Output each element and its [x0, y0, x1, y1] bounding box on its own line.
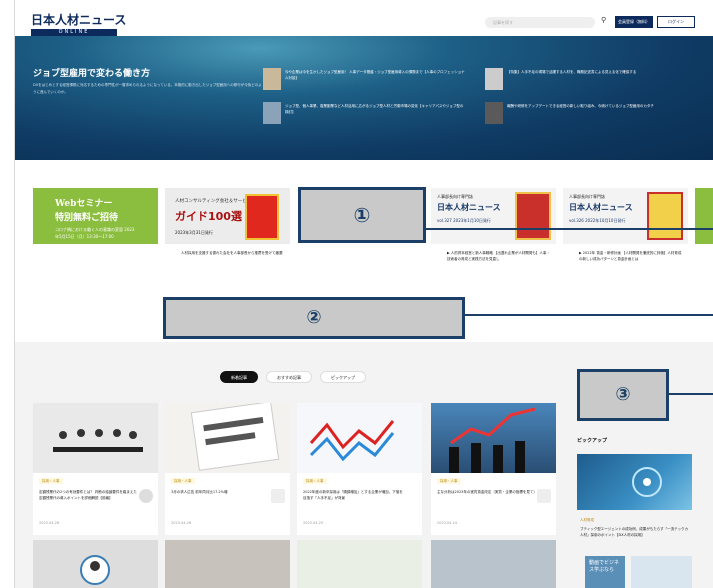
webinar-title: Webセミナー: [55, 199, 113, 209]
tab-pickup[interactable]: ピックアップ: [320, 371, 366, 383]
magazine-kicker: 人事部長向け専門誌: [569, 194, 605, 199]
hero-article-thumb: [485, 68, 503, 90]
webinar-details: コロナ禍における働く人の意識の変容 2023年5月15日（月）13:30〜17:…: [55, 227, 135, 239]
publisher-logo: [271, 489, 285, 503]
banner-caption: ▶ 人的資本経営と新人事戦略 【出遅れ企業が人材開発も】人事・技術者の育成と実践…: [447, 251, 550, 261]
banner-card[interactable]: 人材コンサルティング会社＆サービス ガイド100選 2023年3月31日発行 人…: [165, 188, 290, 278]
guide-title: ガイド100選: [175, 210, 242, 223]
business-people-illustration: [449, 407, 536, 473]
hero-article-title: 今や企業は今を生かしたジョブ型雇用！ 人事データ基盤・ジョブ型雇用導入の課題まで…: [285, 70, 465, 80]
magazine-title: 日本人材ニュース: [569, 203, 633, 212]
article-card[interactable]: 採用・人事 2022年度の新卒採用は「順調増加」とする企業が増加、下落を目指す「…: [297, 403, 422, 535]
article-tabs: 新着記事 おすすめ記事 ピックアップ: [220, 371, 366, 383]
pickup-category[interactable]: 人材育成: [580, 518, 594, 523]
pickup-thumbnail[interactable]: [577, 454, 692, 510]
article-card-partial[interactable]: [33, 540, 158, 588]
site-logo[interactable]: 日本人材ニュース ONLINE: [31, 9, 126, 36]
magazine-cover: [515, 192, 551, 240]
article-date: 2023.04.26: [39, 521, 60, 525]
article-date: 2023.04.24: [437, 521, 458, 525]
article-category[interactable]: 採用・人事: [303, 478, 327, 484]
article-title[interactable]: 3月の求人広告 前年同月比17.2%増: [171, 489, 271, 495]
banner-caption: 人材採用を支援する優れた会社を人事部長から推薦を受けて厳選: [181, 251, 283, 255]
pickup-title[interactable]: ブティック型エージェントの成功例、成果がもたらす「一流テックカ人材」採用のポイン…: [580, 526, 690, 538]
magazine-kicker: 人事部長向け専門誌: [437, 194, 473, 199]
meeting-illustration: [53, 429, 143, 452]
callout-1: ①: [298, 187, 426, 243]
article-card-partial[interactable]: [431, 540, 556, 588]
publisher-logo: [537, 489, 551, 503]
job-ad-illustration: [190, 401, 280, 471]
chart-illustration: [309, 420, 395, 462]
hero-article-title: 報酬や研修をアップデートできる経営の新しい取り組み、今続けているジョブ型雇用のカ…: [507, 104, 654, 108]
article-thumbnail: [297, 403, 422, 473]
sidebar-banner[interactable]: [631, 556, 692, 588]
magazine-cover: [647, 192, 683, 240]
finger-touch-illustration: [632, 467, 662, 497]
banner-card[interactable]: 人事部長向け専門誌 日本人材ニュース vol.326 2022年10月10日発行…: [563, 188, 688, 278]
banner-caption: ▶ 2022年 賃金・研修計画 【人材開発を徹底的に評価】人材育成の新しい成功パ…: [579, 251, 682, 261]
article-category[interactable]: 採用・人事: [171, 478, 195, 484]
feature-hero: ジョブ型雇用で変わる働き方 DXをはじめとする経営課題に対応するための専門性が一…: [15, 36, 713, 160]
tab-latest[interactable]: 新着記事: [220, 371, 258, 383]
site-header: 日本人材ニュース ONLINE 記事を探す ⚲ 会員登録（無料） ログイン: [15, 0, 713, 36]
team-illustration: [80, 555, 110, 585]
article-thumbnail: [431, 403, 556, 473]
webinar-subtitle: 特別無料ご招待: [55, 213, 119, 223]
callout-3-line: [669, 393, 713, 395]
article-category[interactable]: 採用・人事: [437, 478, 461, 484]
sidebar-title: ピックアップ: [577, 438, 608, 444]
hero-article-thumb: [263, 68, 281, 90]
logo-subtext: ONLINE: [31, 29, 117, 36]
guide-date: 2023年3月31日発行: [175, 230, 213, 235]
callout-1-line: [426, 228, 713, 230]
article-category[interactable]: 採用・人事: [39, 478, 63, 484]
article-card[interactable]: 採用・人事 3月の求人広告 前年同月比17.2%増 2023.04.26: [165, 401, 290, 535]
video-banner[interactable]: 動画でビジネス学ぶなら: [585, 556, 625, 588]
tab-recommended[interactable]: おすすめ記事: [266, 371, 312, 383]
callout-2-line: [465, 314, 713, 316]
video-banner-text: 動画でビジネス学ぶなら: [589, 560, 620, 573]
article-thumbnail: [165, 401, 290, 473]
banner-card[interactable]: 人事部長向け専門誌 日本人材ニュース vol.327 2023年1月10日発行 …: [431, 188, 556, 278]
magazine-banner: 人事部長向け専門誌 日本人材ニュース vol.327 2023年1月10日発行: [431, 188, 556, 244]
author-avatar: [139, 489, 153, 503]
magazine-banner: 人事部長向け専門誌 日本人材ニュース vol.326 2022年10月10日発行: [563, 188, 688, 244]
hero-description: DXをはじめとする経営課題に対応するための専門性が一層求められるようになっている…: [33, 83, 262, 94]
callout-3: ③: [577, 369, 669, 421]
search-input[interactable]: 記事を探す: [485, 17, 595, 28]
article-date: 2023.04.25: [303, 521, 324, 525]
guide-banner: 人材コンサルティング会社＆サービス ガイド100選 2023年3月31日発行: [165, 188, 290, 244]
hero-article-title: ジョブ型、個人事業、複業副業など人材活用に広がるジョブ型人材と労働市場の変化【キ…: [285, 104, 464, 114]
article-thumbnail: [33, 403, 158, 473]
article-title[interactable]: 2022年度の新卒採用は「順調増加」とする企業が増加、下落を目指す「人手不足」が…: [303, 489, 403, 501]
hero-article-title: 【特集】人手不足の現場で活躍する人材を、職務記述書による見える化で確保する: [507, 70, 637, 74]
guide-kicker: 人材コンサルティング会社＆サービス: [175, 199, 252, 204]
article-card-partial[interactable]: [165, 540, 290, 588]
webinar-banner: Webセミナー 特別無料ご招待 コロナ禍における働く人の意識の変容 2023年5…: [33, 188, 158, 244]
magazine-issue: vol.326 2022年10月10日発行: [569, 218, 626, 223]
article-title[interactable]: 定額残業代の2つの有効要件とは？ 判断の結論要件を踏まえた定額残業代の導入ポイン…: [39, 489, 139, 501]
hero-title[interactable]: ジョブ型雇用で変わる働き方: [33, 66, 150, 79]
article-title[interactable]: 主な分析は2023年の実質賃金改定（実質・企業の指標を見て）: [437, 489, 537, 495]
article-card[interactable]: 採用・人事 主な分析は2023年の実質賃金改定（実質・企業の指標を見て） 202…: [431, 403, 556, 535]
banner-card[interactable]: Webセミナー 特別無料ご招待 コロナ禍における働く人の意識の変容 2023年5…: [33, 188, 158, 278]
register-button[interactable]: 会員登録（無料）: [615, 16, 653, 28]
magazine-issue: vol.327 2023年1月10日発行: [437, 218, 491, 223]
search-icon[interactable]: ⚲: [601, 16, 606, 24]
callout-2: ②: [163, 297, 465, 339]
article-card-partial[interactable]: [297, 540, 422, 588]
hero-article-thumb: [485, 102, 503, 124]
banner-next-peek[interactable]: [695, 188, 713, 244]
guide-cover: [245, 194, 279, 240]
article-date: 2023.04.26: [171, 521, 192, 525]
logo-text: 日本人材ニュース: [31, 13, 127, 27]
page-frame: 日本人材ニュース ONLINE 記事を探す ⚲ 会員登録（無料） ログイン ジョ…: [14, 0, 713, 588]
magazine-title: 日本人材ニュース: [437, 203, 501, 212]
login-button[interactable]: ログイン: [657, 16, 695, 28]
article-card[interactable]: 採用・人事 定額残業代の2つの有効要件とは？ 判断の結論要件を踏まえた定額残業代…: [33, 403, 158, 535]
hero-article-thumb: [263, 102, 281, 124]
